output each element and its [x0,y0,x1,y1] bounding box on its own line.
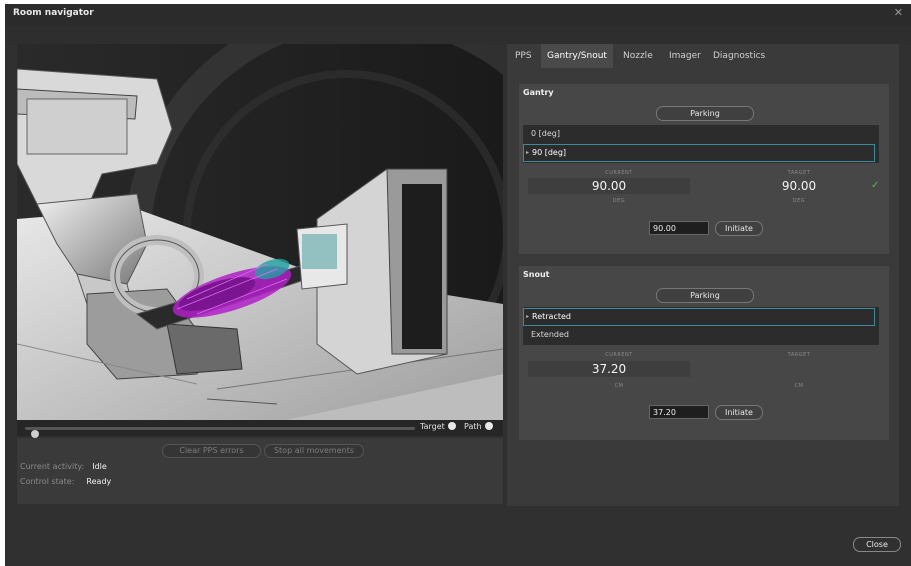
gantry-angle-list: 0 [deg] ▸ 90 [deg] [523,125,879,163]
snout-target-label: TARGET [787,352,811,358]
snout-current-unit: CM [614,383,624,389]
snout-option-extended-label: Extended [531,330,569,339]
gantry-section: Gantry Parking 0 [deg] ▸ 90 [deg] CURREN… [519,84,889,254]
gantry-title: Gantry [523,88,554,97]
path-toggle-knob [484,422,493,430]
close-icon[interactable]: ✕ [894,6,903,19]
snout-current-value: 37.20 [528,361,690,377]
snout-option-retracted[interactable]: ▸ Retracted [523,308,875,326]
snout-parking-button[interactable]: Parking [656,288,754,303]
snout-section: Snout Parking ▸ Retracted Extended CURRE… [519,266,889,440]
gantry-target-label: TARGET [787,170,811,176]
path-toggle[interactable]: Path [464,422,493,431]
target-toggle-label: Target [420,422,445,431]
tab-diagnostics[interactable]: Diagnostics [707,44,771,68]
current-activity-row: Current activity: Idle [20,462,107,471]
snout-option-retracted-label: Retracted [532,312,571,321]
tab-imager[interactable]: Imager [663,44,707,68]
snout-current-label: CURRENT [605,352,633,358]
current-activity-label: Current activity: [20,462,85,471]
snout-title: Snout [523,270,550,279]
room-3d-viewport[interactable] [17,44,503,436]
tab-gantry-snout[interactable]: Gantry/Snout [541,44,613,68]
snout-target-unit: CM [794,383,804,389]
gantry-current-label: CURRENT [605,170,633,176]
gantry-current-unit: DEG [612,198,626,204]
tab-bar: PPS Gantry/Snout Nozzle Imager Diagnosti… [507,44,899,68]
tab-nozzle[interactable]: Nozzle [617,44,659,68]
target-toggle-knob [447,422,456,430]
gantry-option-90[interactable]: ▸ 90 [deg] [523,144,875,162]
gantry-option-90-label: 90 [deg] [532,148,567,157]
snout-position-list: ▸ Retracted Extended [523,307,879,345]
title-bar: Room navigator ✕ [5,4,911,26]
status-panel: Clear PPS errors Stop all movements Curr… [17,438,503,504]
snout-initiate-button[interactable]: Initiate [715,405,763,420]
timeline-bar: Target Path [17,420,503,438]
gantry-parking-button[interactable]: Parking [656,106,754,121]
timeline-slider[interactable] [25,427,415,438]
clear-pps-errors-button[interactable]: Clear PPS errors [162,444,261,458]
path-toggle-label: Path [464,422,482,431]
control-state-value: Ready [86,477,112,486]
control-state-row: Control state: Ready [20,477,111,486]
room-navigator-window: Room navigator ✕ Target Path Clear PPS e… [5,4,911,566]
window-title: Room navigator [13,8,94,18]
selected-caret-icon: ▸ [526,313,530,320]
gantry-option-0[interactable]: 0 [deg] [523,126,883,142]
snout-position-input[interactable]: 37.20 [649,405,709,419]
gantry-current-value: 90.00 [528,178,690,194]
gantry-initiate-button[interactable]: Initiate [715,221,763,236]
gantry-target-unit: DEG [792,198,806,204]
gantry-angle-input[interactable]: 90.00 [649,221,709,235]
target-toggle[interactable]: Target [420,422,456,431]
gantry-target-value: 90.00 [781,179,817,193]
sub-bar [5,26,911,44]
snout-option-extended[interactable]: Extended [523,327,883,343]
control-state-label: Control state: [20,477,75,486]
treatment-room-render [17,44,503,436]
stop-all-movements-button[interactable]: Stop all movements [264,444,364,458]
close-button[interactable]: Close [853,537,901,552]
snout-target-value [718,361,880,377]
timeline-slider-thumb[interactable] [31,430,39,438]
selected-caret-icon: ▸ [526,149,530,156]
current-activity-value: Idle [92,462,107,471]
checkmark-icon: ✓ [871,180,880,191]
control-panel: PPS Gantry/Snout Nozzle Imager Diagnosti… [507,44,899,506]
tab-pps[interactable]: PPS [509,44,538,68]
gantry-option-0-label: 0 [deg] [531,129,560,138]
